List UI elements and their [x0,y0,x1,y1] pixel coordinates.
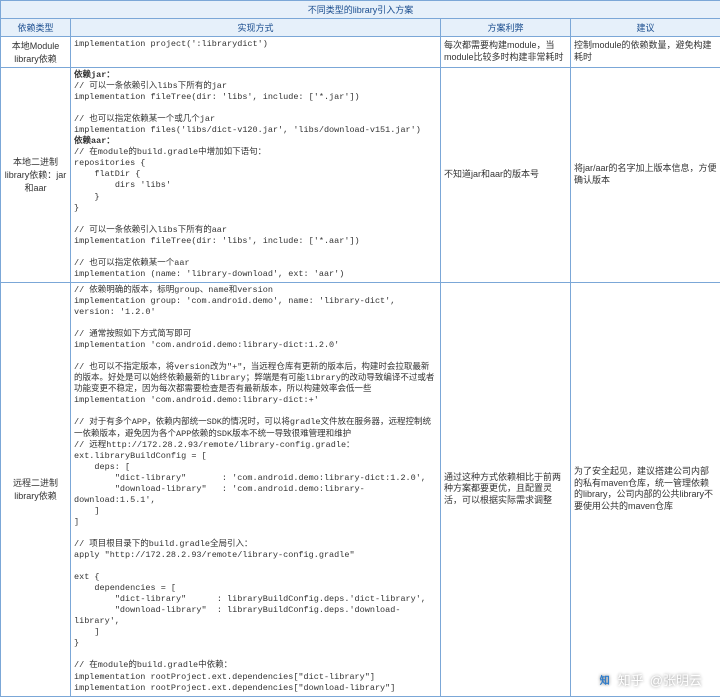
adv-cell: 通过这种方式依赖相比于前两种方案都要更优，且配置灵活，可以根据实际需求调整 [441,282,571,696]
header-dep-type: 依赖类型 [1,19,71,37]
rec-cell: 为了安全起见，建议搭建公司内部的私有maven仓库，统一管理依赖的library… [571,282,720,696]
header-impl: 实现方式 [71,19,441,37]
adv-cell: 每次都需要构建module，当module比较多时构建非常耗时 [441,37,571,68]
dep-type-cell: 本地Module library依赖 [1,37,71,68]
header-rec: 建议 [571,19,720,37]
adv-cell: 不知道jar和aar的版本号 [441,68,571,283]
table-row: 本地二进制library依赖：jar和aar 依赖jar： // 可以一条依赖引… [1,68,720,283]
impl-jar-code: // 可以一条依赖引入libs下所有的jar implementation fi… [74,81,421,135]
impl-cell: 依赖jar： // 可以一条依赖引入libs下所有的jar implementa… [71,68,441,283]
rec-cell: 将jar/aar的名字加上版本信息，方便确认版本 [571,68,720,283]
library-table: 不同类型的library引入方案 依赖类型 实现方式 方案利弊 建议 本地Mod… [0,0,720,697]
impl-label-aar: 依赖aar： [74,136,115,146]
impl-aar-code: // 在module的build.gradle中增加如下语句： reposito… [74,147,360,279]
rec-cell: 控制module的依赖数量，避免构建耗时 [571,37,720,68]
impl-cell: implementation project(':librarydict') [71,37,441,68]
table-row: 远程二进制library依赖 // 依赖明确的版本，标明group、name和v… [1,282,720,696]
watermark: 知 知乎 @张明云 [598,670,702,689]
header-adv: 方案利弊 [441,19,571,37]
table-row: 本地Module library依赖 implementation projec… [1,37,720,68]
watermark-author: @张明云 [650,670,702,689]
zhihu-logo-icon: 知 [598,672,612,686]
dep-type-cell: 本地二进制library依赖：jar和aar [1,68,71,283]
watermark-site: 知乎 [618,670,644,689]
impl-label-jar: 依赖jar： [74,70,115,80]
table-title: 不同类型的library引入方案 [1,1,720,19]
dep-type-cell: 远程二进制library依赖 [1,282,71,696]
impl-cell: // 依赖明确的版本，标明group、name和version implemen… [71,282,441,696]
